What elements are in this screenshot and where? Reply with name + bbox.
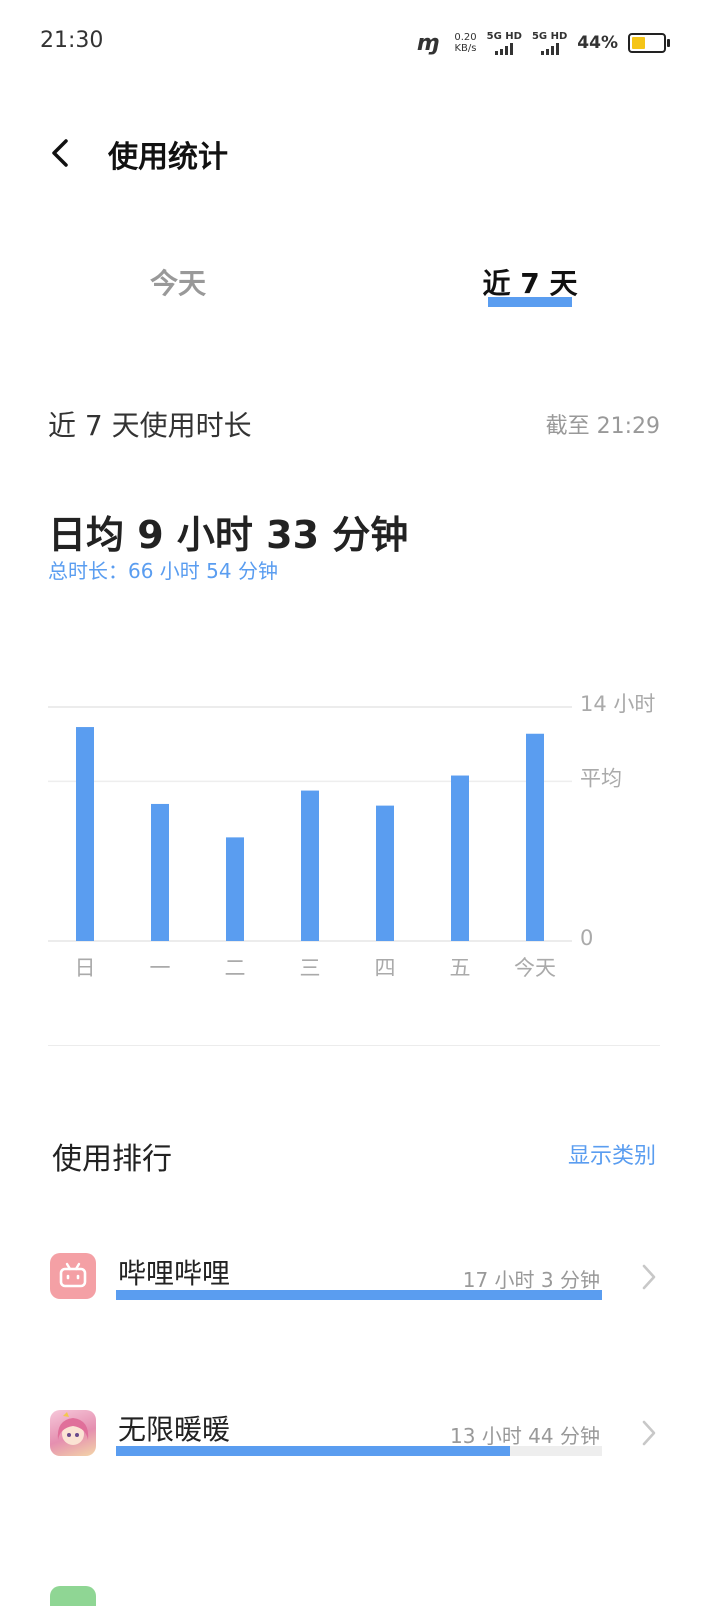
status-icons: ɱ 0.20 KB/s 5G HD 5G HD 44% <box>416 26 670 60</box>
chart-bar <box>76 727 94 941</box>
open-app-detail-button[interactable] <box>640 1262 658 1292</box>
battery-fill <box>632 37 646 49</box>
y-label-zero: 0 <box>580 926 593 950</box>
x-tick-label: 日 <box>75 956 96 980</box>
usage-bar-fill <box>116 1446 510 1456</box>
signal-bars-icon <box>540 43 559 55</box>
chart-bar <box>376 805 394 941</box>
y-label-average: 平均 <box>580 766 622 790</box>
page-title: 使用统计 <box>108 140 228 175</box>
battery-percent: 44% <box>577 33 618 53</box>
chevron-right-icon <box>642 1420 656 1446</box>
chart-bar <box>151 803 169 941</box>
network-speed-value: 0.20 <box>454 32 477 43</box>
cutoff-time: 截至 21:29 <box>545 414 660 439</box>
usage-bar-chart: 14 小时平均 0 日 一 二 三 四 五 今天 <box>48 692 655 980</box>
tab-active-indicator <box>488 297 572 307</box>
carrier-icon: ɱ <box>416 30 439 56</box>
signal-bars-icon <box>495 43 514 55</box>
x-tick-label: 一 <box>150 956 171 980</box>
battery-icon <box>628 33 670 53</box>
app-name[interactable]: 无限暖暖 <box>118 1408 230 1448</box>
app-duration: 13 小时 44 分钟 <box>450 1424 600 1448</box>
app-name[interactable]: 哔哩哔哩 <box>118 1252 230 1292</box>
chart-bar <box>226 837 244 941</box>
network-speed-unit: KB/s <box>454 43 477 54</box>
bilibili-tv-icon <box>50 1253 96 1299</box>
y-label-max: 14 小时 <box>580 692 655 716</box>
sim1-signal: 5G HD <box>487 31 522 55</box>
x-tick-label: 五 <box>450 956 471 980</box>
chart-bar <box>301 790 319 941</box>
usage-bar-fill <box>116 1290 602 1300</box>
sim2-signal: 5G HD <box>532 31 567 55</box>
tab-today[interactable]: 今天 <box>118 262 238 302</box>
chart-bar <box>526 733 544 941</box>
network-speed: 0.20 KB/s <box>454 32 476 54</box>
tab-last-7-days[interactable]: 近 7 天 <box>470 262 590 302</box>
sim2-label: 5G HD <box>531 31 568 42</box>
sim1-label: 5G HD <box>486 31 522 42</box>
usage-bar <box>116 1290 602 1300</box>
section-divider <box>48 1045 660 1046</box>
chart-bar <box>451 775 469 941</box>
x-tick-label: 二 <box>225 956 246 980</box>
ranking-title: 使用排行 <box>52 1142 172 1177</box>
open-app-detail-button[interactable] <box>640 1418 658 1448</box>
period-label: 近 7 天使用时长 <box>48 409 252 442</box>
x-tick-label: 三 <box>300 956 321 980</box>
back-button[interactable] <box>44 135 80 171</box>
daily-average: 日均 9 小时 33 分钟 <box>48 513 409 557</box>
game-avatar-icon <box>50 1410 96 1456</box>
x-tick-label: 今天 <box>514 956 556 980</box>
status-time: 21:30 <box>40 28 104 53</box>
app-icon-partial <box>50 1586 96 1606</box>
x-tick-label: 四 <box>375 956 396 980</box>
app-duration: 17 小时 3 分钟 <box>462 1268 600 1292</box>
show-category-button[interactable]: 显示类别 <box>568 1138 656 1170</box>
chevron-left-icon <box>52 139 68 167</box>
usage-bar <box>116 1446 602 1456</box>
total-duration: 总时长：66 小时 54 分钟 <box>48 559 278 583</box>
chevron-right-icon <box>642 1264 656 1290</box>
